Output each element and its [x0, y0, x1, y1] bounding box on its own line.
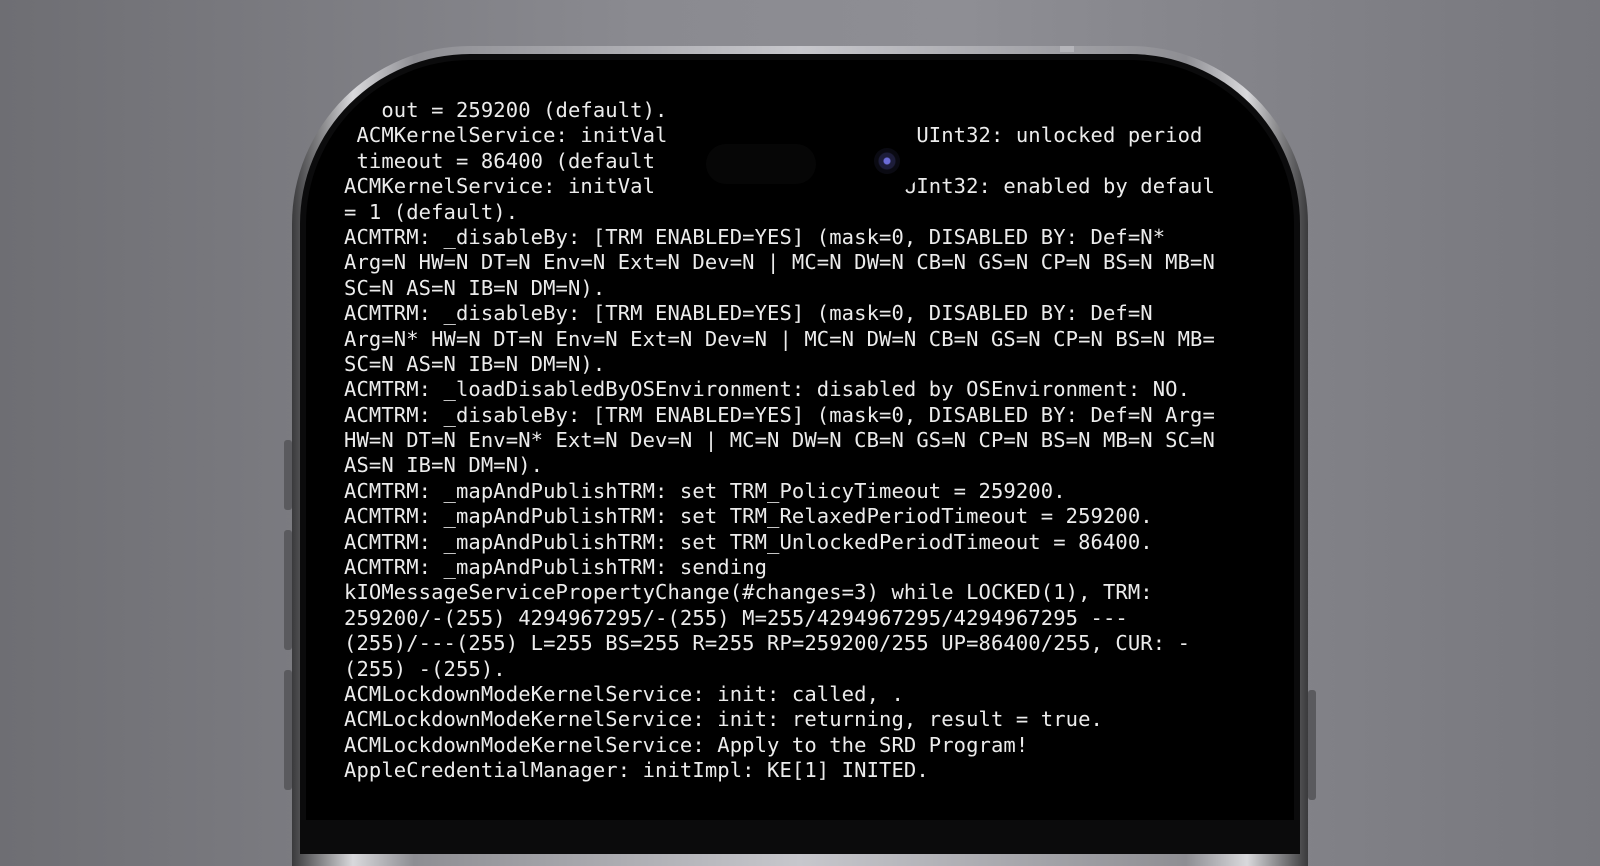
terminal-line: HW=N DT=N Env=N* Ext=N Dev=N | MC=N DW=N…: [344, 428, 1215, 453]
terminal-line: ACMLockdownModeKernelService: Apply to t…: [344, 732, 1029, 757]
terminal-line: ACMTRM: _disableBy: [TRM ENABLED=YES] (m…: [344, 402, 1215, 427]
terminal-line: ACMTRM: _mapAndPublishTRM: sending: [344, 555, 768, 580]
terminal-line: Arg=N HW=N DT=N Env=N Ext=N Dev=N | MC=N…: [344, 250, 1215, 275]
terminal-line: (255) -(255).: [344, 656, 506, 681]
terminal-line: ACMTRM: _mapAndPublishTRM: set TRM_Unloc…: [344, 529, 1153, 554]
action-button: [284, 440, 292, 510]
terminal-line: ACMTRM: _mapAndPublishTRM: set TRM_Relax…: [344, 504, 1153, 529]
boot-log-terminal: out = 259200 (default). ACMKernelService…: [344, 98, 1254, 784]
terminal-line: AppleCredentialManager: initImpl: KE[1] …: [344, 758, 929, 783]
terminal-line: (255)/---(255) L=255 BS=255 R=255 RP=259…: [344, 631, 1191, 656]
terminal-line: ACMTRM: _mapAndPublishTRM: set TRM_Polic…: [344, 478, 1066, 503]
front-camera-icon: [874, 148, 900, 174]
volume-up-button: [284, 530, 292, 650]
terminal-line: ACMTRM: _disableBy: [TRM ENABLED=YES] (m…: [344, 301, 1153, 326]
terminal-line: ACMTRM: _disableBy: [TRM ENABLED=YES] (m…: [344, 224, 1166, 249]
terminal-line: SC=N AS=N IB=N DM=N).: [344, 275, 606, 300]
terminal-line: = 1 (default).: [344, 199, 519, 224]
phone-screen: out = 259200 (default). ACMKernelService…: [306, 60, 1294, 820]
terminal-line: ACMLockdownModeKernelService: init: retu…: [344, 707, 1103, 732]
face-id-sensor: [706, 144, 816, 184]
frame-highlight: [1060, 46, 1074, 52]
terminal-line: kIOMessageServicePropertyChange(#changes…: [344, 580, 1153, 605]
terminal-line: SC=N AS=N IB=N DM=N).: [344, 351, 606, 376]
terminal-line: ACMLockdownModeKernelService: init: call…: [344, 681, 904, 706]
terminal-line: ACMTRM: _loadDisabledByOSEnvironment: di…: [344, 377, 1191, 402]
volume-down-button: [284, 670, 292, 790]
terminal-line: 259200/-(255) 4294967295/-(255) M=255/42…: [344, 605, 1128, 630]
power-button: [1308, 690, 1316, 800]
terminal-line: Arg=N* HW=N DT=N Env=N Ext=N Dev=N | MC=…: [344, 326, 1215, 351]
terminal-line: AS=N IB=N DM=N).: [344, 453, 544, 478]
